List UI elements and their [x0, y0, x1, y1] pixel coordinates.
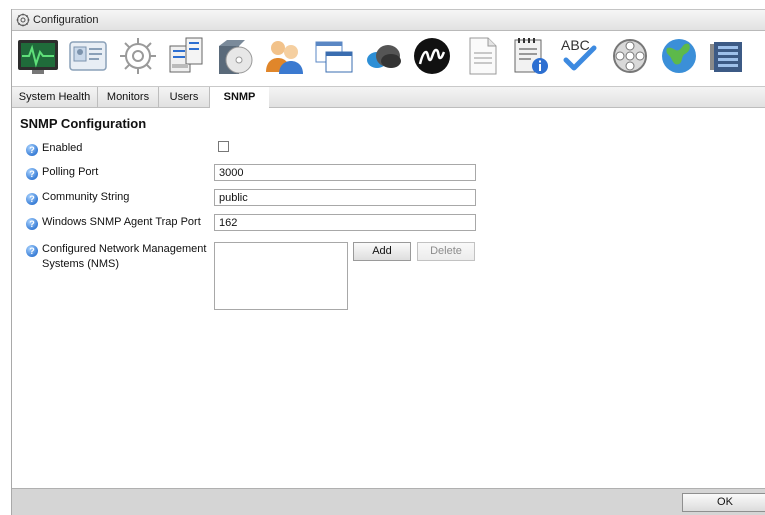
gear-settings-icon[interactable]	[116, 34, 160, 78]
tab-users[interactable]: Users	[159, 87, 210, 108]
title-bar: Configuration	[12, 9, 765, 31]
film-reel-icon[interactable]	[608, 34, 652, 78]
tab-label: Monitors	[106, 91, 150, 103]
polling-port-label: Polling Port	[42, 166, 99, 178]
enabled-row: ? Enabled	[26, 142, 82, 156]
trap-port-row: ? Windows SNMP Agent Trap Port	[26, 216, 201, 230]
help-icon[interactable]: ?	[26, 245, 38, 257]
nms-list[interactable]	[214, 242, 348, 310]
help-icon[interactable]: ?	[26, 144, 38, 156]
community-string-field[interactable]	[214, 189, 476, 206]
spellcheck-icon[interactable]: ABC	[558, 34, 602, 78]
tab-label: System Health	[18, 91, 91, 103]
document-icon[interactable]	[460, 34, 504, 78]
cloud-icon[interactable]	[361, 34, 405, 78]
trap-port-label: Windows SNMP Agent Trap Port	[42, 216, 201, 228]
server-rack-icon[interactable]	[164, 34, 208, 78]
notepad-info-icon[interactable]	[509, 34, 553, 78]
enabled-checkbox[interactable]	[218, 141, 229, 152]
nms-label-line1: Configured Network Management	[42, 243, 207, 255]
polling-port-row: ? Polling Port	[26, 166, 98, 180]
help-icon[interactable]: ?	[26, 193, 38, 205]
community-string-row: ? Community String	[26, 191, 129, 205]
delete-button[interactable]: Delete	[417, 242, 475, 261]
section-heading: SNMP Configuration	[20, 116, 147, 131]
enabled-label: Enabled	[42, 142, 83, 154]
tab-snmp[interactable]: SNMP	[210, 87, 269, 109]
polling-port-field[interactable]	[214, 164, 476, 181]
add-button[interactable]: Add	[353, 242, 411, 261]
window-title: Configuration	[33, 14, 99, 26]
tab-monitors[interactable]: Monitors	[98, 87, 159, 108]
nms-label-line2: Systems (NMS)	[42, 258, 119, 270]
tab-system-health[interactable]: System Health	[12, 87, 98, 108]
network-panel-icon[interactable]	[706, 34, 750, 78]
gear-icon	[16, 13, 30, 27]
help-icon[interactable]: ?	[26, 218, 38, 230]
trap-port-field[interactable]	[214, 214, 476, 231]
tab-label: SNMP	[223, 91, 256, 103]
windows-icon[interactable]	[312, 34, 356, 78]
m-logo-icon[interactable]	[410, 34, 454, 78]
software-disc-icon[interactable]	[213, 34, 257, 78]
svg-text:ABC: ABC	[561, 37, 590, 53]
system-health-icon[interactable]	[16, 34, 60, 78]
nms-row: ? Configured Network Management Systems (…	[26, 242, 206, 271]
tab-bar: System Health Monitors Users SNMP	[12, 86, 765, 109]
users-icon[interactable]	[262, 34, 306, 78]
configuration-window: Configuration ABC System Health Monitors…	[11, 9, 765, 515]
tab-label: Users	[169, 91, 199, 103]
help-icon[interactable]: ?	[26, 168, 38, 180]
ok-button[interactable]: OK	[682, 493, 765, 512]
community-string-label: Community String	[42, 191, 130, 203]
snmp-panel: SNMP Configuration ? Enabled ? Polling Por…	[12, 108, 765, 488]
toolbar: ABC	[12, 31, 765, 86]
globe-icon[interactable]	[657, 34, 701, 78]
footer-bar: OK	[12, 488, 765, 515]
contact-card-icon[interactable]	[66, 34, 110, 78]
